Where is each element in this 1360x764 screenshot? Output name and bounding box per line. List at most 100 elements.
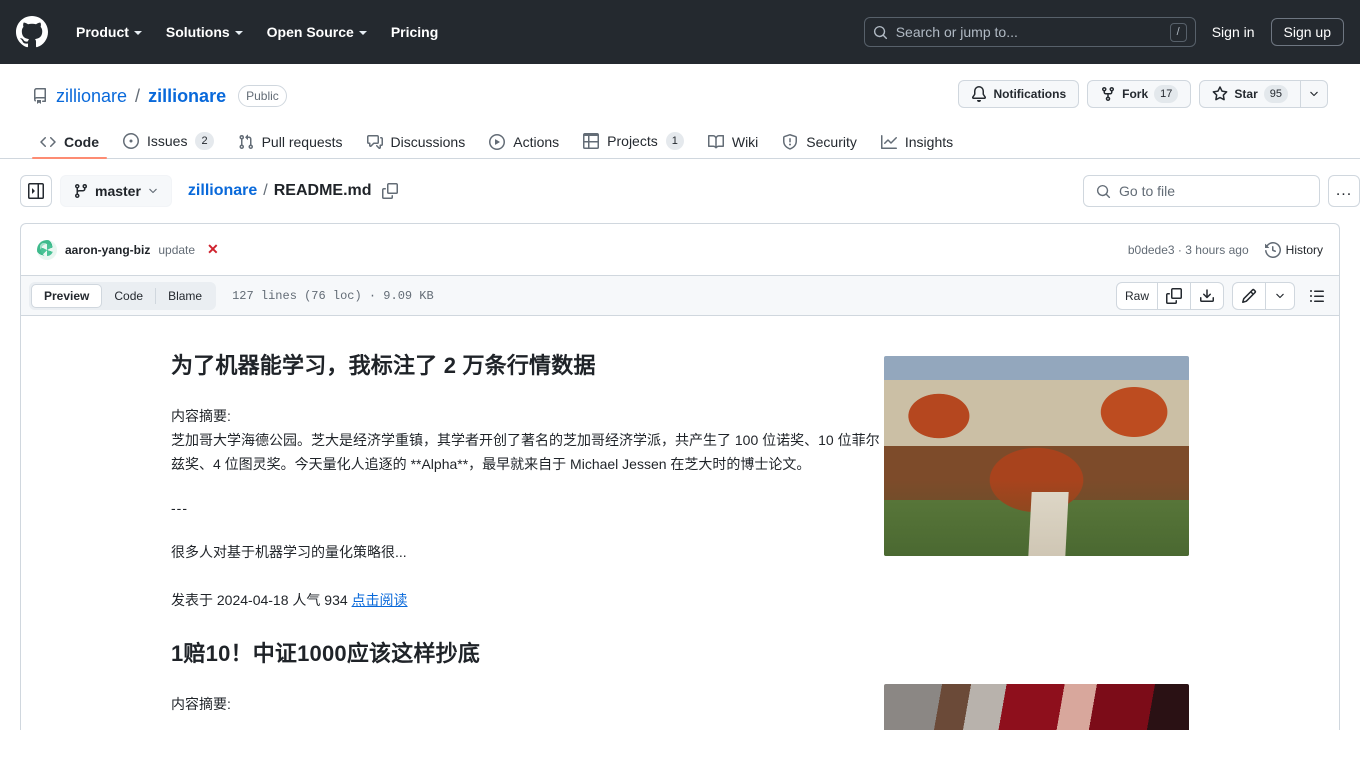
nav-item-solutions[interactable]: Solutions [154, 16, 255, 48]
tab-label: Actions [513, 134, 560, 150]
global-header-right: Search or jump to... / Sign in Sign up [863, 17, 1344, 47]
file-breadcrumb: zillionare / README.md [188, 182, 398, 200]
history-label: History [1285, 242, 1323, 257]
repo-owner-link[interactable]: zillionare [56, 86, 127, 107]
nav-item-pricing[interactable]: Pricing [379, 16, 450, 48]
issue-opened-icon [123, 133, 139, 149]
star-button[interactable]: Star 95 [1199, 80, 1301, 108]
tab-label: Insights [904, 134, 954, 150]
tab-code[interactable]: Code [32, 134, 107, 159]
bell-icon [972, 86, 987, 102]
global-nav: Product Solutions Open Source Pricing [64, 16, 450, 48]
sign-up-button[interactable]: Sign up [1270, 18, 1344, 46]
raw-copy-download-group: Raw [1115, 281, 1224, 310]
shield-icon [783, 134, 798, 150]
tab-actions[interactable]: Actions [481, 134, 567, 158]
view-tab-code[interactable]: Code [102, 284, 155, 308]
notifications-button[interactable]: Notifications [958, 80, 1080, 108]
tab-issues[interactable]: Issues 2 [115, 132, 222, 158]
copy-icon[interactable] [1158, 282, 1191, 309]
star-icon [1212, 86, 1228, 101]
tab-pull-requests[interactable]: Pull requests [230, 134, 351, 158]
repository-header: zillionare / zillionare Public Notificat… [0, 64, 1360, 112]
download-icon[interactable] [1191, 283, 1223, 309]
nav-item-product[interactable]: Product [64, 16, 154, 48]
github-mark-icon[interactable] [16, 16, 48, 48]
avatar[interactable] [37, 239, 57, 260]
commit-author-link[interactable]: aaron-yang-biz [65, 243, 150, 257]
tab-count: 1 [665, 132, 684, 150]
copy-path-icon[interactable] [381, 183, 398, 199]
tab-projects[interactable]: Projects 1 [575, 132, 692, 158]
branch-selector[interactable]: master [60, 175, 172, 207]
tab-discussions[interactable]: Discussions [359, 134, 474, 158]
chevron-down-icon [149, 188, 157, 194]
sign-in-button[interactable]: Sign in [1204, 18, 1263, 46]
global-header: Product Solutions Open Source Pricing Se… [0, 0, 1360, 64]
list-unordered-icon[interactable] [1303, 288, 1331, 304]
nav-item-open-source[interactable]: Open Source [255, 16, 379, 48]
tab-label: Issues [147, 133, 188, 149]
repo-more-menu-button[interactable]: ... [1328, 175, 1360, 207]
star-dropdown-button[interactable] [1301, 80, 1328, 108]
tab-count: 2 [195, 132, 214, 150]
tab-wiki[interactable]: Wiki [700, 134, 766, 158]
article-1-read-link[interactable]: 点击阅读 [352, 592, 408, 608]
file-view-toolbar: Preview Code Blame 127 lines (76 loc) · … [20, 275, 1340, 315]
repository-tabs: Code Issues 2 Pull requests Discussions … [0, 126, 1360, 159]
view-tab-blame[interactable]: Blame [156, 284, 214, 308]
view-tab-preview[interactable]: Preview [31, 283, 103, 308]
fork-label: Fork [1122, 87, 1149, 101]
chevron-down-icon [1276, 293, 1284, 298]
graph-icon [880, 135, 897, 149]
nav-item-label: Solutions [165, 24, 230, 40]
breadcrumb-root-link[interactable]: zillionare [188, 182, 257, 200]
file-toolbar-actions: Raw [1115, 281, 1331, 310]
published-date: 2024-04-18 [216, 592, 289, 608]
pencil-icon[interactable] [1233, 282, 1266, 309]
file-nav-right-group: Go to file ... [1083, 175, 1360, 207]
article-1-thumbnail [884, 356, 1189, 556]
repo-name-link[interactable]: zillionare [148, 86, 226, 107]
sidebar-expand-icon[interactable] [20, 175, 52, 207]
chevron-down-icon [133, 31, 142, 35]
file-navigation-bar: master zillionare / README.md Go to file… [0, 159, 1360, 223]
repo-visibility-badge: Public [238, 85, 287, 107]
edit-button-group [1232, 281, 1295, 310]
commit-message-link[interactable]: update [158, 243, 195, 257]
chevron-down-icon [1310, 91, 1318, 97]
history-link[interactable]: History [1264, 241, 1323, 258]
tab-insights[interactable]: Insights [873, 134, 961, 158]
tab-label: Discussions [390, 134, 466, 150]
repo-separator: / [135, 85, 141, 106]
readme-content: 为了机器能学习，我标注了 2 万条行情数据 内容摘要: 芝加哥大学海德公园。芝大… [21, 316, 1339, 730]
go-to-file-input[interactable]: Go to file [1083, 175, 1320, 207]
tab-security[interactable]: Security [774, 134, 865, 158]
article-1-lead: 很多人对基于机器学习的量化策略很... [171, 544, 407, 560]
article-1-meta: 发表于 2024-04-18 人气 934 点击阅读 [171, 588, 881, 612]
search-shortcut-key: / [1169, 22, 1187, 42]
commit-sha-and-time: b0dede3 · 3 hours ago [1128, 243, 1249, 257]
comment-discussion-icon [366, 135, 383, 149]
raw-button[interactable]: Raw [1117, 282, 1158, 309]
repository-actions: Notifications Fork 17 Star 95 [958, 80, 1328, 108]
breadcrumb-current-file: README.md [273, 182, 372, 199]
commit-sha[interactable]: b0dede3 [1128, 243, 1175, 257]
article-2-thumbnail [884, 684, 1189, 730]
global-search-input[interactable]: Search or jump to... / [863, 17, 1196, 47]
nav-item-label: Pricing [390, 24, 439, 40]
star-button-group: Star 95 [1199, 80, 1328, 108]
repo-icon [32, 88, 48, 104]
go-to-file-placeholder: Go to file [1119, 183, 1176, 199]
article-2-title: 1赔10！中证1000应该这样抄底 [171, 641, 481, 666]
branch-label: master [95, 183, 141, 199]
nav-item-label: Product [76, 24, 129, 40]
star-count: 95 [1263, 85, 1288, 103]
x-failed-icon[interactable]: ✕ [207, 241, 219, 258]
global-search-placeholder: Search or jump to... [895, 24, 1018, 40]
article-1-summary-body: 芝加哥大学海德公园。芝大是经济学重镇，其学者开创了著名的芝加哥经济学派，共产生了… [171, 432, 880, 472]
edit-dropdown-button[interactable] [1266, 283, 1294, 309]
article-2-summary-label: 内容摘要: [171, 696, 231, 712]
fork-button[interactable]: Fork 17 [1087, 80, 1192, 108]
latest-commit-row: aaron-yang-biz update ✕ b0dede3 · 3 hour… [20, 223, 1340, 275]
